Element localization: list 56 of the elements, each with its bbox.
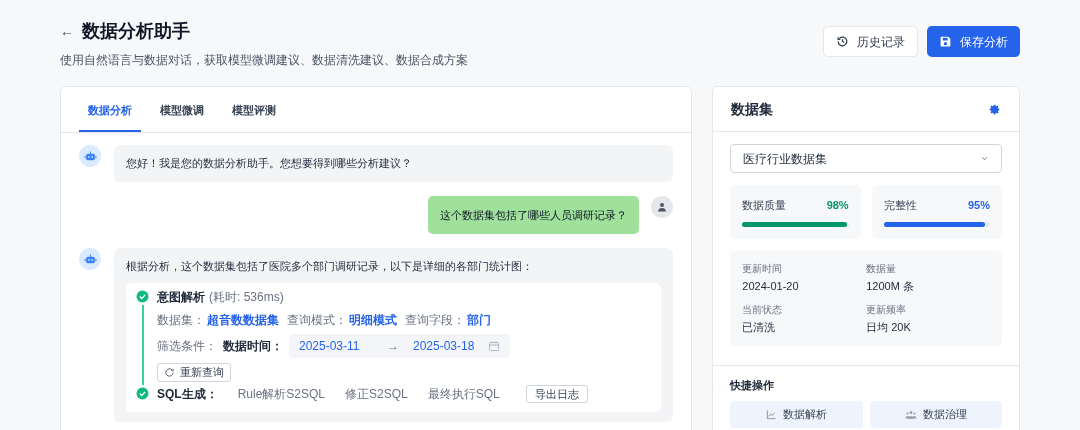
field-label: 数据集：	[157, 311, 205, 329]
info-value: 2024-01-20	[742, 278, 800, 294]
quick-action-button[interactable]: 数据治理	[869, 401, 1002, 428]
step-link[interactable]: 最终执行SQL	[427, 384, 500, 403]
info-value: 已清洗	[742, 320, 777, 335]
info-label: 更新频率	[866, 303, 908, 317]
info-label: 更新时间	[742, 261, 784, 276]
page-title: 数据分析助手	[82, 20, 190, 43]
panel-title: 数据集	[731, 99, 774, 119]
step-title: 意图解析	[157, 288, 205, 306]
history-button[interactable]: 历史记录	[823, 26, 918, 57]
metric-label: 数据质量	[742, 198, 787, 213]
export-log-button[interactable]: 导出日志	[525, 384, 588, 403]
person-icon	[656, 200, 669, 213]
user-message: 这个数据集包括了哪些人员调研记录？	[428, 195, 640, 234]
metric-label: 完整性	[883, 198, 917, 213]
quick-action-button[interactable]: 数据解析	[730, 401, 863, 428]
info-value: 日均 20K	[866, 320, 912, 335]
metric-value: 98%	[826, 198, 849, 213]
message-text: 您好！我是您的数据分析助手。您想要得到哪些分析建议？	[126, 156, 413, 171]
tab[interactable]: 模型评测	[223, 101, 285, 132]
step-link[interactable]: 修正S2SQL	[345, 384, 408, 403]
field-value: 部门	[467, 311, 491, 329]
refresh-icon	[164, 366, 175, 378]
field-label: 查询字段：	[405, 311, 465, 329]
check-icon	[136, 386, 149, 400]
date-range-field[interactable]: 2025-03-11 → 2025-03-18	[289, 333, 511, 358]
metric-value: 95%	[967, 198, 990, 213]
filter-label: 筛选条件：	[157, 337, 217, 355]
field-value: 明细模式	[349, 311, 397, 329]
save-icon	[939, 35, 952, 48]
step-timing: (耗时: 536ms)	[209, 288, 284, 306]
back-arrow[interactable]: ←	[60, 21, 74, 42]
filter-name: 数据时间：	[223, 337, 283, 355]
info-label: 数据量	[866, 261, 898, 276]
info-value: 1200M 条	[866, 278, 915, 294]
calendar-icon	[488, 339, 501, 352]
step-title: SQL生成：	[157, 385, 218, 403]
history-icon	[836, 35, 849, 48]
message-text: 根据分析，这个数据集包括了医院多个部门调研记录，以下是详细的各部门统计图：	[126, 259, 534, 274]
section-title: 快捷操作	[730, 377, 776, 393]
check-icon	[136, 289, 149, 303]
requery-button[interactable]: 重新查询	[157, 362, 231, 382]
field-label: 查询模式：	[287, 311, 347, 329]
save-button[interactable]: 保存分析	[927, 26, 1020, 57]
page-subtitle: 使用自然语言与数据对话，获取模型微调建议、数据清洗建议、数据合成方案	[60, 52, 468, 69]
field-value: 超音数数据集	[207, 311, 279, 329]
users-icon	[904, 408, 917, 421]
tab[interactable]: 模型微调	[151, 101, 213, 132]
tab[interactable]: 数据分析	[79, 101, 141, 132]
info-label: 当前状态	[742, 303, 784, 317]
line-chart-icon	[766, 409, 777, 420]
settings-icon	[988, 102, 1001, 116]
chevron-down-icon	[980, 154, 989, 163]
dataset-select[interactable]: 医疗行业数据集	[730, 144, 1002, 173]
step-link[interactable]: Rule解析S2SQL	[237, 384, 326, 403]
